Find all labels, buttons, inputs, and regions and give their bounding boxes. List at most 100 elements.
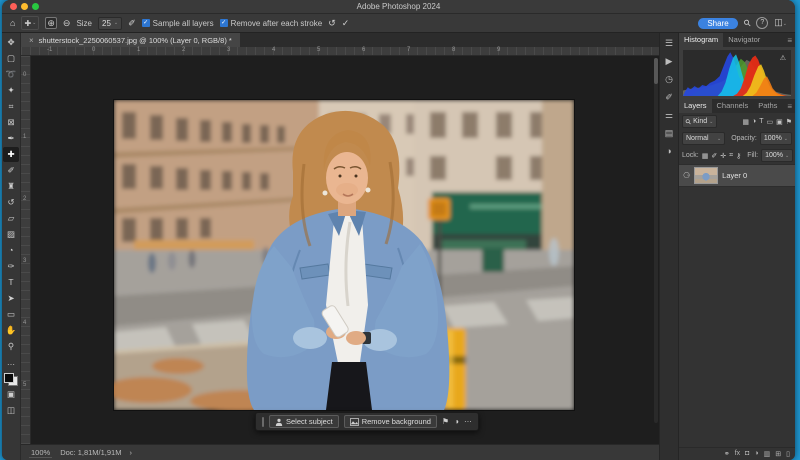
remove-tool[interactable]: ✚ <box>3 147 19 162</box>
add-mode-button[interactable]: ⊕ <box>45 17 57 29</box>
properties-icon[interactable]: ☰ <box>665 38 673 49</box>
subtract-mode-button[interactable]: ⊖ <box>63 18 71 28</box>
layer-visibility-icon[interactable]: ⚆ <box>683 171 690 180</box>
adjustment-icon[interactable]: ◑ <box>454 417 459 426</box>
blend-mode-dropdown[interactable]: Normal⌄ <box>682 132 725 145</box>
lock-artboard-icon[interactable]: ⌗ <box>729 152 733 160</box>
pen-pressure-icon[interactable]: ✐ <box>128 18 136 28</box>
more-tools[interactable]: … <box>3 355 19 370</box>
smart-object-filter-icon[interactable]: ▣ <box>776 118 783 126</box>
lasso-tool[interactable]: ➰ <box>3 67 19 82</box>
close-window-button[interactable] <box>10 3 17 10</box>
home-icon[interactable]: ⌂ <box>10 18 15 28</box>
new-layer-icon[interactable]: ⊞ <box>775 450 781 458</box>
zoom-window-button[interactable] <box>32 3 39 10</box>
remove-background-button[interactable]: Remove background <box>344 415 437 428</box>
layer-row[interactable]: ⚆ Layer 0 <box>679 164 795 187</box>
dodge-tool[interactable]: ◔ <box>3 243 19 258</box>
move-tool[interactable]: ✥ <box>3 35 19 50</box>
eraser-tool[interactable]: ▱ <box>3 211 19 226</box>
zoom-level-field[interactable]: 100% <box>29 448 52 458</box>
minimize-window-button[interactable] <box>21 3 28 10</box>
kind-filter-dropdown[interactable]: ⚲Kind⌄ <box>682 115 717 128</box>
marquee-tool[interactable]: ▢ <box>3 51 19 66</box>
lock-transparency-icon[interactable]: ▦ <box>702 152 709 160</box>
close-tab-icon[interactable]: × <box>29 36 34 45</box>
clone-stamp-tool[interactable]: ♜ <box>3 179 19 194</box>
panel-menu-icon[interactable]: ≡ <box>787 36 792 45</box>
photo-canvas[interactable] <box>114 100 574 410</box>
quick-selection-tool[interactable]: ✦ <box>3 83 19 98</box>
tab-histogram[interactable]: Histogram <box>679 33 723 47</box>
canvas-pasteboard[interactable]: Select subject Remove background ⚑ ◑ ··· <box>31 56 659 444</box>
tab-paths[interactable]: Paths <box>753 99 782 113</box>
tool-presets-icon[interactable]: ⚌ <box>665 110 673 121</box>
pen-tool[interactable]: ✑ <box>3 259 19 274</box>
workspace-icon[interactable]: ◫⌄ <box>774 17 787 29</box>
color-swatches[interactable] <box>4 373 18 386</box>
document-tab[interactable]: × shutterstock_2250060537.jpg @ 100% (La… <box>21 33 240 47</box>
size-dropdown[interactable]: 25⌄ <box>98 17 122 30</box>
checkbox-check-icon: ✓ <box>142 19 150 27</box>
layer-thumbnail[interactable] <box>694 167 718 184</box>
delete-layer-icon[interactable]: ▯ <box>786 450 790 458</box>
help-icon[interactable]: ? <box>756 17 768 29</box>
pixel-filter-icon[interactable]: ▦ <box>742 118 749 126</box>
gradient-tool[interactable]: ▨ <box>3 227 19 242</box>
quick-mask-icon[interactable]: ▣ <box>3 387 19 402</box>
layer-mask-icon[interactable]: ◘ <box>745 450 749 458</box>
remove-after-stroke-checkbox[interactable]: ✓Remove after each stroke <box>220 19 323 28</box>
sample-all-layers-checkbox[interactable]: ✓Sample all layers <box>142 19 214 28</box>
opacity-dropdown[interactable]: 100%⌄ <box>760 132 792 145</box>
type-tool[interactable]: T <box>3 275 19 290</box>
eyedropper-tool[interactable]: ✒ <box>3 131 19 146</box>
tab-navigator[interactable]: Navigator <box>723 33 765 47</box>
search-icon[interactable]: ⚲ <box>741 17 753 29</box>
screen-mode-icon[interactable]: ◫ <box>3 403 19 418</box>
scrollbar-thumb[interactable] <box>654 58 658 84</box>
title-bar: Adobe Photoshop 2024 <box>2 0 795 14</box>
active-tool-preview[interactable]: ✚⌄ <box>21 16 39 30</box>
lock-position-icon[interactable]: ✛ <box>720 152 726 160</box>
adjustment-filter-icon[interactable]: ◑ <box>752 118 756 126</box>
vertical-scrollbar[interactable] <box>654 58 658 423</box>
tab-layers[interactable]: Layers <box>679 99 712 113</box>
panel-menu-icon[interactable]: ≡ <box>787 102 792 111</box>
path-selection-tool[interactable]: ➤ <box>3 291 19 306</box>
shape-tool[interactable]: ▭ <box>3 307 19 322</box>
crop-tool[interactable]: ⌗ <box>3 99 19 114</box>
history-icon[interactable]: ◷ <box>665 74 673 85</box>
brush-settings-icon[interactable]: ✐ <box>665 92 673 103</box>
flag-icon[interactable]: ⚑ <box>442 417 449 426</box>
history-brush-tool[interactable]: ↺ <box>3 195 19 210</box>
select-subject-button[interactable]: Select subject <box>269 415 339 428</box>
commit-icon[interactable]: ✓ <box>342 18 350 28</box>
new-group-icon[interactable]: ▥ <box>764 450 771 458</box>
status-bar: 100% Doc: 1,81M/1,91M › <box>21 444 659 460</box>
color-icon[interactable]: ◑ <box>666 146 671 156</box>
layer-name[interactable]: Layer 0 <box>722 171 747 180</box>
lock-all-icon[interactable]: ⚷ <box>736 152 741 160</box>
adjustment-layer-icon[interactable]: ◑ <box>754 450 758 458</box>
libraries-icon[interactable]: ▤ <box>665 128 674 139</box>
status-chevron-icon[interactable]: › <box>129 448 132 457</box>
type-filter-icon[interactable]: T <box>759 118 763 126</box>
foreground-color-swatch[interactable] <box>4 373 14 383</box>
brush-tool[interactable]: ✐ <box>3 163 19 178</box>
layer-effects-icon[interactable]: fx <box>735 450 740 458</box>
fill-dropdown[interactable]: 100%⌄ <box>761 149 793 162</box>
link-layers-icon[interactable]: ⚭ <box>724 450 730 458</box>
reset-icon[interactable]: ↺ <box>328 18 336 28</box>
warning-icon[interactable]: ⚠ <box>780 54 786 62</box>
frame-tool[interactable]: ⊠ <box>3 115 19 130</box>
drag-handle[interactable] <box>262 417 264 427</box>
zoom-tool[interactable]: ⚲ <box>3 339 19 354</box>
more-options-icon[interactable]: ··· <box>464 417 472 426</box>
shape-filter-icon[interactable]: ▭ <box>766 118 773 126</box>
actions-icon[interactable]: ▶ <box>666 56 673 67</box>
lock-pixels-icon[interactable]: ✐ <box>711 152 717 160</box>
tab-channels[interactable]: Channels <box>712 99 754 113</box>
filter-pin-icon[interactable]: ⚑ <box>786 118 792 126</box>
hand-tool[interactable]: ✋ <box>3 323 19 338</box>
share-button[interactable]: Share <box>698 18 737 29</box>
